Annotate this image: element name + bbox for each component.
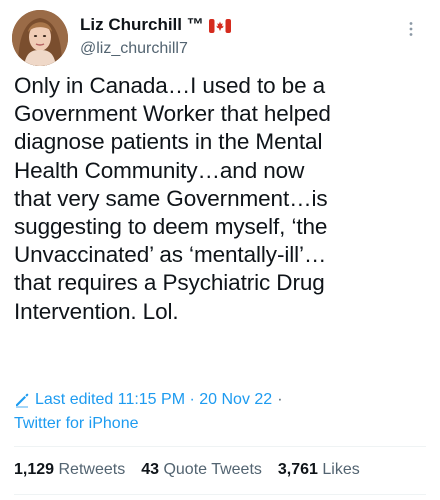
tweet-source-link[interactable]: Twitter for iPhone xyxy=(14,413,424,435)
edit-history-line: Last edited 11:15 PM · 20 Nov 22 · xyxy=(14,389,424,411)
retweets-stat[interactable]: 1,129 Retweets xyxy=(14,459,125,481)
tweet-card: Liz Churchill ™ @liz_churchill7 Only in … xyxy=(0,0,440,500)
retweets-count: 1,129 xyxy=(14,461,55,478)
likes-stat[interactable]: 3,761 Likes xyxy=(278,459,360,481)
canada-flag-icon xyxy=(208,19,231,33)
avatar-image-icon xyxy=(12,10,68,66)
quote-tweets-label: Quote Tweets xyxy=(163,461,262,478)
divider-top xyxy=(14,446,426,447)
tweet-stats: 1,129 Retweets 43 Quote Tweets 3,761 Lik… xyxy=(14,459,376,481)
more-options-button[interactable] xyxy=(398,16,424,42)
likes-count: 3,761 xyxy=(277,461,318,478)
quote-tweets-stat[interactable]: 43 Quote Tweets xyxy=(141,459,262,481)
tweet-meta: Last edited 11:15 PM · 20 Nov 22 · Twitt… xyxy=(14,389,424,435)
avatar[interactable] xyxy=(12,10,68,66)
display-name[interactable]: Liz Churchill ™ xyxy=(80,15,204,35)
quote-tweets-count: 43 xyxy=(141,461,159,478)
pencil-icon xyxy=(16,393,29,408)
meta-separator: · xyxy=(277,391,283,408)
author-handle[interactable]: @liz_churchill7 xyxy=(80,40,231,58)
display-name-row: Liz Churchill ™ xyxy=(80,14,231,36)
divider-bottom xyxy=(14,494,426,495)
author-names: Liz Churchill ™ @liz_churchill7 xyxy=(80,14,231,58)
last-edited-link[interactable]: Last edited 11:15 PM · 20 Nov 22 xyxy=(35,389,272,411)
retweets-label: Retweets xyxy=(58,461,126,478)
likes-label: Likes xyxy=(322,461,360,478)
more-vertical-icon xyxy=(409,22,413,36)
tweet-header: Liz Churchill ™ @liz_churchill7 xyxy=(12,10,428,68)
tweet-text: Only in Canada…I used to be a Government… xyxy=(14,73,331,324)
